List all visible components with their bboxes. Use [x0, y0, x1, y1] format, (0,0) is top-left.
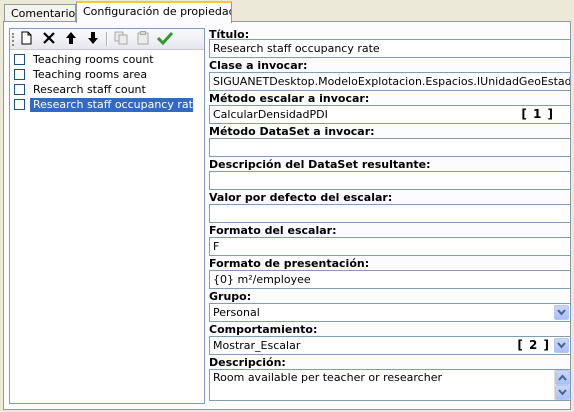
arrow-down-icon[interactable]: [84, 31, 102, 47]
formato-presentacion-field[interactable]: {0} m²/employee: [209, 270, 571, 289]
vertical-scrollbar[interactable]: [554, 370, 570, 400]
comportamiento-label: Comportamiento:: [209, 323, 318, 336]
copy-icon[interactable]: [112, 31, 130, 47]
delete-icon[interactable]: [40, 31, 58, 47]
toolbar-separator: [106, 32, 108, 46]
list-item[interactable]: Teaching rooms count: [12, 53, 202, 67]
metodo-escalar-label: Método escalar a invocar:: [209, 92, 370, 105]
metodo-dataset-field[interactable]: [209, 138, 571, 157]
formato-escalar-field[interactable]: F: [209, 237, 571, 256]
scroll-up-icon[interactable]: [555, 370, 570, 385]
arrow-up-icon[interactable]: [62, 31, 80, 47]
marker-1: [ 1 ]: [521, 107, 554, 121]
valor-defecto-field[interactable]: [209, 204, 571, 223]
property-list: Teaching rooms count Teaching rooms area…: [12, 53, 202, 113]
metodo-dataset-label: Método DataSet a invocar:: [209, 125, 375, 138]
toolbar-grip[interactable]: [12, 33, 16, 46]
list-item-label: Teaching rooms count: [33, 53, 154, 66]
list-toolbar: [10, 29, 204, 50]
list-item-label: Research staff count: [33, 83, 146, 96]
checkmark-icon[interactable]: [156, 31, 174, 47]
list-item-label: Research staff occupancy rate: [30, 98, 200, 112]
chevron-down-icon[interactable]: [554, 305, 569, 320]
new-document-icon[interactable]: [18, 31, 36, 47]
metodo-escalar-value: CalcularDensidadPDI: [213, 108, 328, 121]
formato-escalar-label: Formato del escalar:: [209, 224, 337, 237]
descripcion-dataset-field[interactable]: [209, 171, 571, 190]
descripcion-label: Descripción:: [209, 356, 286, 369]
clase-field[interactable]: SIGUANETDesktop.ModeloExplotacion.Espaci…: [209, 72, 571, 91]
descripcion-textarea[interactable]: Room available per teacher or researcher: [209, 369, 571, 401]
list-item[interactable]: Teaching rooms area: [12, 68, 202, 82]
list-item-selected[interactable]: Research staff occupancy rate: [12, 98, 202, 112]
formato-presentacion-label: Formato de presentación:: [209, 257, 370, 270]
grupo-label: Grupo:: [209, 290, 252, 303]
clase-label: Clase a invocar:: [209, 59, 308, 72]
comportamiento-select[interactable]: Mostrar_Escalar [ 2 ]: [209, 336, 571, 355]
grupo-select[interactable]: Personal: [209, 303, 571, 322]
metodo-escalar-field[interactable]: CalcularDensidadPDI [ 1 ]: [209, 105, 571, 124]
valor-defecto-label: Valor por defecto del escalar:: [209, 191, 393, 204]
list-item-label: Teaching rooms area: [33, 68, 148, 81]
property-list-pane: Teaching rooms count Teaching rooms area…: [9, 28, 205, 404]
item-checkbox[interactable]: [14, 99, 25, 110]
titulo-field[interactable]: Research staff occupancy rate: [209, 39, 571, 58]
item-checkbox[interactable]: [14, 69, 25, 80]
tab-configuracion-propiedades[interactable]: Configuración de propiedades: [76, 1, 232, 23]
item-checkbox[interactable]: [14, 54, 25, 65]
scroll-down-icon[interactable]: [555, 385, 570, 400]
comportamiento-value: Mostrar_Escalar: [213, 339, 301, 352]
descripcion-dataset-label: Descripción del DataSet resultante:: [209, 158, 431, 171]
item-checkbox[interactable]: [14, 84, 25, 95]
marker-2: [ 2 ]: [517, 338, 550, 352]
grupo-value: Personal: [213, 306, 260, 319]
tab-strip: Comentarios Configuración de propiedades: [0, 0, 574, 23]
paste-icon[interactable]: [134, 31, 152, 47]
list-item[interactable]: Research staff count: [12, 83, 202, 97]
descripcion-value: Room available per teacher or researcher: [213, 371, 442, 384]
chevron-down-icon[interactable]: [554, 338, 569, 353]
